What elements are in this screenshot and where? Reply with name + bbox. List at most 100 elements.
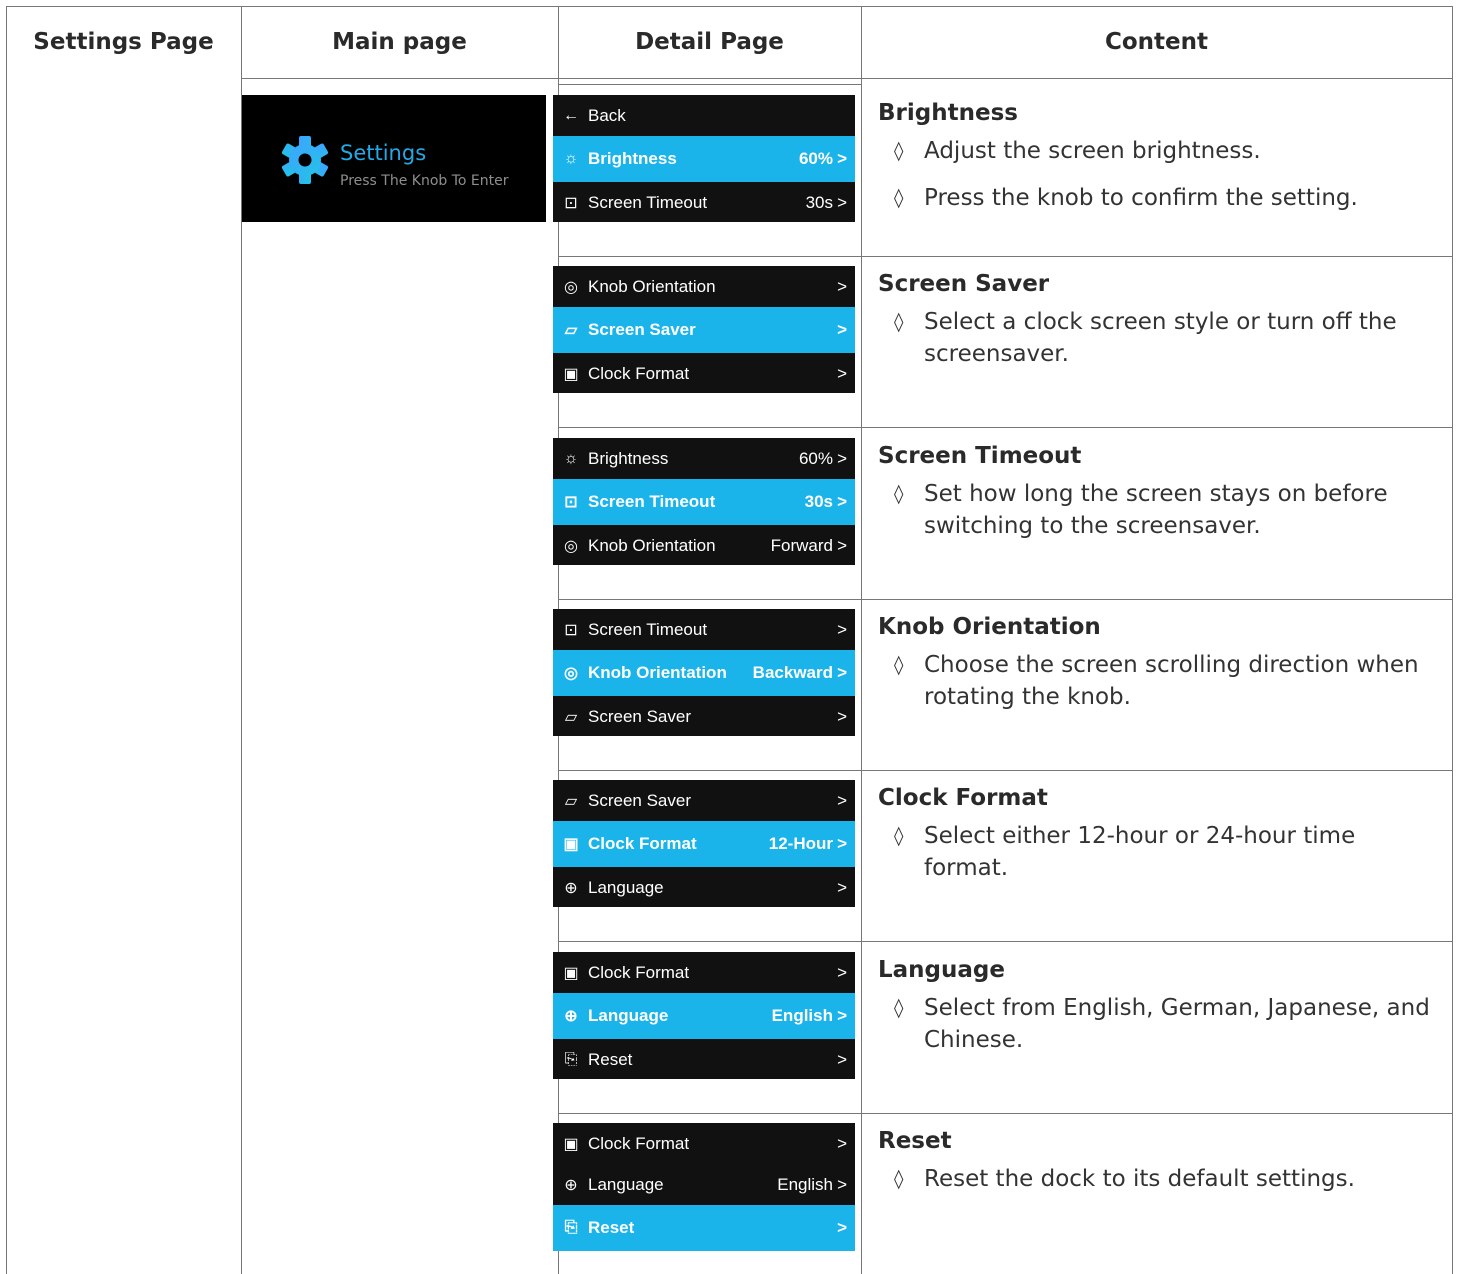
menu-item-screen-timeout[interactable]: ⊡ Screen Timeout 30s > [553,479,855,525]
menu-item-brightness[interactable]: ☼ Brightness 60% > [553,438,855,479]
content-title: Screen Timeout [878,443,1082,469]
content-title: Clock Format [878,785,1048,811]
knob-orientation-icon: ◎ [564,665,578,682]
menu-item-language[interactable]: ⊕ Language > [553,867,855,908]
header-content: Content [1104,29,1209,55]
detail-row-divider [558,770,861,771]
diamond-bullet-icon: ◊ [894,311,904,333]
menu-item-label: Knob Orientation [588,535,716,555]
menu-item-label: Screen Timeout [588,619,708,639]
chevron-right-icon: > [837,877,847,897]
chevron-right-icon: > [837,1133,847,1153]
detail-screen: ◎ Knob Orientation > ▱ Screen Saver > ▣ Clock F… [553,266,855,393]
detail-row-divider [558,599,861,600]
chevron-right-icon: > [837,535,847,555]
chevron-right-icon: > [837,149,847,168]
menu-item-screen-saver[interactable]: ▱ Screen Saver > [553,696,855,737]
chevron-right-icon: > [837,1049,847,1069]
clock-format-icon: ▣ [563,964,579,982]
knob-orientation-icon: ◎ [564,537,578,555]
diamond-bullet-icon: ◊ [894,1168,904,1190]
detail-screen: ☼ Brightness 60% > ⊡ Screen Timeout 30s > ◎ Knob … [553,438,855,565]
detail-screen: ▣ Clock Format > ⊕ Language English > ⎘ Reset > [553,1123,855,1251]
menu-item-reset[interactable]: ⎘ Reset > [553,1205,855,1251]
content-text: Select a clock screen style or turn off … [924,309,1397,367]
diamond-bullet-icon: ◊ [894,654,904,676]
menu-item-clock-format[interactable]: ▣ Clock Format > [553,1123,855,1164]
menu-item-label: Back [588,105,626,125]
menu-item-screen-saver[interactable]: ▱ Screen Saver > [553,307,855,353]
menu-item-clock-format[interactable]: ▣ Clock Format 12-Hour > [553,821,855,867]
menu-item-back[interactable]: ← Back [553,95,855,136]
menu-item-brightness[interactable]: ☼ Brightness 60% > [553,136,855,182]
language-icon: ⊕ [564,1176,578,1194]
menu-item-value: 30s [804,492,833,511]
screen-saver-icon: ▱ [564,792,578,810]
content-section: Brightness ◊ Adjust the screen brightness.… [878,100,1438,229]
gear-icon [281,136,329,184]
content-row-divider [861,427,1453,428]
reset-icon: ⎘ [564,1050,578,1068]
menu-item-clock-format[interactable]: ▣ Clock Format > [553,952,855,993]
content-bullet: ◊ Set how long the screen stays on before… [878,478,1438,542]
chevron-right-icon: > [837,619,847,639]
menu-item-screen-saver[interactable]: ▱ Screen Saver > [553,780,855,821]
menu-item-value: Forward [770,535,833,555]
chevron-right-icon: > [837,448,847,468]
content-text: Select from English, German, Japanese, a… [924,995,1430,1053]
detail-row-divider [558,427,861,428]
content-row-divider [861,256,1453,257]
diamond-bullet-icon: ◊ [894,187,904,209]
main-card-title: Settings [340,141,427,165]
header-divider [241,78,1453,79]
content-section: Knob Orientation ◊ Choose the screen scrol… [878,614,1438,728]
content-text: Press the knob to confirm the setting. [924,185,1358,211]
chevron-right-icon: > [837,492,847,511]
menu-item-label: Clock Format [588,1133,690,1153]
header-main-page: Main page [332,29,467,55]
column-divider [861,6,862,1274]
menu-item-language[interactable]: ⊕ Language English > [553,1164,855,1205]
menu-item-language[interactable]: ⊕ Language English > [553,993,855,1039]
detail-row-divider [558,1113,861,1114]
menu-item-reset[interactable]: ⎘ Reset > [553,1039,855,1080]
menu-item-label: Knob Orientation [588,276,716,296]
menu-item-knob-orientation[interactable]: ◎ Knob Orientation Forward > [553,525,855,566]
chevron-right-icon: > [837,962,847,982]
menu-item-knob-orientation[interactable]: ◎ Knob Orientation > [553,266,855,307]
content-text: Adjust the screen brightness. [924,138,1261,164]
menu-item-label: Screen Saver [588,706,691,726]
diamond-bullet-icon: ◊ [894,825,904,847]
table-border-left [6,6,7,1274]
content-title: Language [878,957,1005,983]
content-section: Screen Timeout ◊ Set how long the screen s… [878,443,1438,557]
clock-format-icon: ▣ [563,836,579,853]
content-bullet: ◊ Press the knob to confirm the setting. [878,182,1438,214]
detail-row-divider [558,256,861,257]
content-text: Choose the screen scrolling direction wh… [924,652,1419,710]
diamond-bullet-icon: ◊ [894,997,904,1019]
menu-item-clock-format[interactable]: ▣ Clock Format > [553,353,855,394]
menu-item-value: English [771,1006,833,1025]
diamond-bullet-icon: ◊ [894,140,904,162]
menu-item-knob-orientation[interactable]: ◎ Knob Orientation Backward > [553,650,855,696]
language-icon: ⊕ [564,1008,578,1025]
content-bullet: ◊ Select a clock screen style or turn off… [878,306,1438,370]
header-settings-page: Settings Page [33,29,214,55]
chevron-right-icon: > [837,192,847,212]
detail-screen: ⊡ Screen Timeout > ◎ Knob Orientation Backwar… [553,609,855,736]
menu-item-screen-timeout[interactable]: ⊡ Screen Timeout > [553,609,855,650]
menu-item-value: 12-Hour [768,834,833,853]
main-settings-card[interactable]: Settings Press The Knob To Enter [242,95,546,222]
screen-saver-icon: ▱ [564,708,578,726]
menu-item-label: Brightness [588,149,677,168]
chevron-right-icon: > [837,1006,847,1025]
brightness-icon: ☼ [563,150,579,167]
diamond-bullet-icon: ◊ [894,483,904,505]
menu-item-screen-timeout[interactable]: ⊡ Screen Timeout 30s > [553,182,855,223]
menu-item-label: Knob Orientation [588,663,727,682]
menu-item-label: Screen Timeout [588,492,716,511]
menu-item-value: 30s [805,192,833,212]
reset-icon: ⎘ [564,1219,578,1236]
chevron-right-icon: > [837,834,847,853]
